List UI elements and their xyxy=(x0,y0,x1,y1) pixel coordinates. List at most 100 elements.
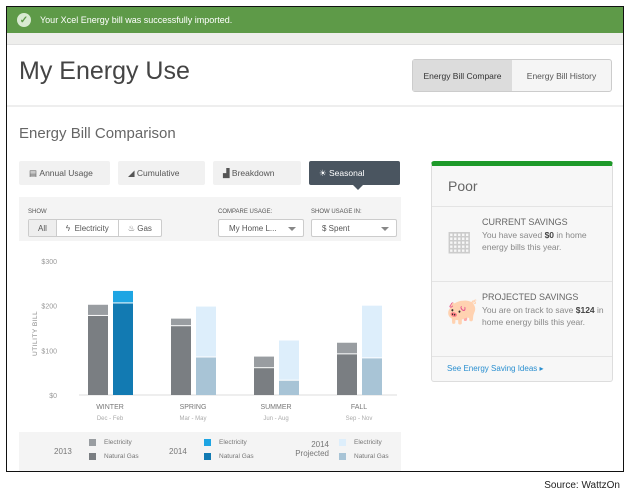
option-label: Electricity xyxy=(74,223,109,233)
legend-label: Natural Gas xyxy=(104,453,139,460)
show-all-button[interactable]: All xyxy=(29,220,57,236)
bar-natural-gas-2014 xyxy=(113,303,133,395)
season-label: FALL xyxy=(351,404,367,411)
season-months-label: Jun - Aug xyxy=(263,416,288,422)
legend-swatch xyxy=(89,439,96,446)
bar-natural-gas-2014-projected xyxy=(279,380,299,395)
caret-down-icon xyxy=(381,227,389,231)
legend-label: Electricity xyxy=(354,439,382,446)
select-value: $ Spent xyxy=(322,223,350,233)
season-months-label: Mar - May xyxy=(180,416,207,422)
tab-seasonal[interactable]: ☀ Seasonal xyxy=(309,161,400,190)
bar-chart-icon: ▟ xyxy=(223,167,232,178)
legend-item: Natural Gas xyxy=(89,453,139,460)
bar-electricity-2013 xyxy=(337,342,357,354)
bar-electricity-2014 xyxy=(113,290,133,303)
legend-2014-projected: 2014 Projected xyxy=(289,440,329,458)
area-chart-icon: ◢ xyxy=(128,167,137,178)
y-tick-label: $200 xyxy=(41,304,57,311)
legend-item: Natural Gas xyxy=(339,453,389,460)
bar-natural-gas-2013 xyxy=(254,368,274,395)
y-axis-label: UTILITY BILL xyxy=(32,311,39,356)
legend-year: 2014 xyxy=(311,440,329,449)
projected-savings: PROJECTED SAVINGS You are on track to sav… xyxy=(482,291,607,329)
compare-usage-label: COMPARE USAGE: xyxy=(218,209,273,215)
legend-2013: 2013 xyxy=(54,447,72,456)
bar-natural-gas-2013 xyxy=(337,354,357,395)
divider xyxy=(7,105,623,107)
source-caption: Source: WattzOn xyxy=(544,480,620,491)
see-energy-saving-ideas-link[interactable]: See Energy Saving Ideas ▸ xyxy=(447,364,544,373)
bar-natural-gas-2013 xyxy=(171,326,191,395)
banner-message: Your Xcel Energy bill was successfully i… xyxy=(40,15,233,25)
show-gas-button[interactable]: ♨ Gas xyxy=(119,220,161,236)
season-months-label: Dec - Feb xyxy=(97,416,124,422)
bar-electricity-2013 xyxy=(88,304,108,315)
divider xyxy=(432,206,612,207)
tab-annual-usage[interactable]: ▤ Annual Usage xyxy=(19,161,110,185)
bar-electricity-2013 xyxy=(254,356,274,368)
projected-savings-amount: $124 xyxy=(575,304,595,315)
bar-electricity-2013 xyxy=(171,318,191,326)
tab-label: Seasonal xyxy=(328,168,365,178)
show-label: SHOW xyxy=(28,209,47,215)
legend-label: Electricity xyxy=(104,439,132,446)
piggy-bank-icon: 🐖 xyxy=(446,296,479,326)
bar-electricity-2014-projected xyxy=(362,305,382,358)
legend-item: Electricity xyxy=(339,439,382,446)
legend-swatch xyxy=(339,453,346,460)
list-icon: ▤ xyxy=(29,167,40,178)
energy-bill-history-button[interactable]: Energy Bill History xyxy=(512,60,611,91)
legend-swatch xyxy=(339,439,346,446)
bar-natural-gas-2013 xyxy=(88,315,108,395)
check-icon: ✓ xyxy=(17,13,31,27)
energy-bill-compare-button[interactable]: Energy Bill Compare xyxy=(413,60,512,91)
legend-item: Electricity xyxy=(204,439,247,446)
section-title: Energy Bill Comparison xyxy=(19,125,176,142)
sun-icon: ☀ xyxy=(319,167,329,178)
rating: Poor xyxy=(448,178,478,194)
current-savings: CURRENT SAVINGS You have saved $0 in home… xyxy=(482,216,607,254)
legend-swatch xyxy=(204,453,211,460)
success-banner: ✓ Your Xcel Energy bill was successfully … xyxy=(7,7,623,33)
text: You are on track to save xyxy=(482,304,574,315)
current-savings-title: CURRENT SAVINGS xyxy=(482,217,568,227)
season-months-label: Sep - Nov xyxy=(346,416,373,422)
tab-cumulative[interactable]: ◢ Cumulative xyxy=(118,161,205,185)
legend-item: Natural Gas xyxy=(204,453,254,460)
option-label: Gas xyxy=(137,223,152,233)
show-usage-in-label: SHOW USAGE IN: xyxy=(311,209,362,215)
bar-natural-gas-2014-projected xyxy=(196,357,216,395)
savings-card: Poor ▦ CURRENT SAVINGS You have saved $0 … xyxy=(431,161,613,382)
y-tick-label: $300 xyxy=(41,259,57,266)
legend-year: Projected xyxy=(295,449,329,458)
season-label: WINTER xyxy=(96,404,124,411)
link-label: See Energy Saving Ideas xyxy=(447,364,538,373)
tab-label: Breakdown xyxy=(231,168,275,178)
chart-legend: 2013 Electricity Natural Gas 2014 Electr… xyxy=(19,432,401,471)
season-label: SPRING xyxy=(180,404,207,411)
bar-electricity-2014-projected xyxy=(279,340,299,380)
legend-swatch xyxy=(89,453,96,460)
show-filter: All ϟ Electricity ♨ Gas xyxy=(28,219,162,237)
legend-swatch xyxy=(204,439,211,446)
header-strip xyxy=(7,33,623,45)
tab-label: Cumulative xyxy=(136,168,180,178)
y-tick-label: $100 xyxy=(41,348,57,355)
tab-label: Annual Usage xyxy=(39,168,93,178)
show-usage-in-select[interactable]: $ Spent xyxy=(311,219,397,237)
y-tick-label: $0 xyxy=(49,393,57,400)
legend-2014: 2014 xyxy=(169,447,187,456)
divider xyxy=(432,281,612,282)
seasonal-bar-chart: $0 $100 $200 $300 UTILITY BILL WINTER Dec - Fe… xyxy=(32,259,397,422)
view-toggle: Energy Bill Compare Energy Bill History xyxy=(412,59,612,92)
chart-tabs: ▤ Annual Usage ◢ Cumulative ▟ Breakdown … xyxy=(19,161,400,190)
current-savings-amount: $0 xyxy=(544,229,555,240)
app-window: ✓ Your Xcel Energy bill was successfully … xyxy=(6,6,624,472)
bar-electricity-2014-projected xyxy=(196,306,216,357)
compare-usage-select[interactable]: My Home L... xyxy=(218,219,304,237)
calendar-icon: ▦ xyxy=(446,225,473,256)
tab-breakdown[interactable]: ▟ Breakdown xyxy=(213,161,301,185)
flame-icon: ♨ xyxy=(127,223,138,233)
show-electricity-button[interactable]: ϟ Electricity xyxy=(57,220,119,236)
